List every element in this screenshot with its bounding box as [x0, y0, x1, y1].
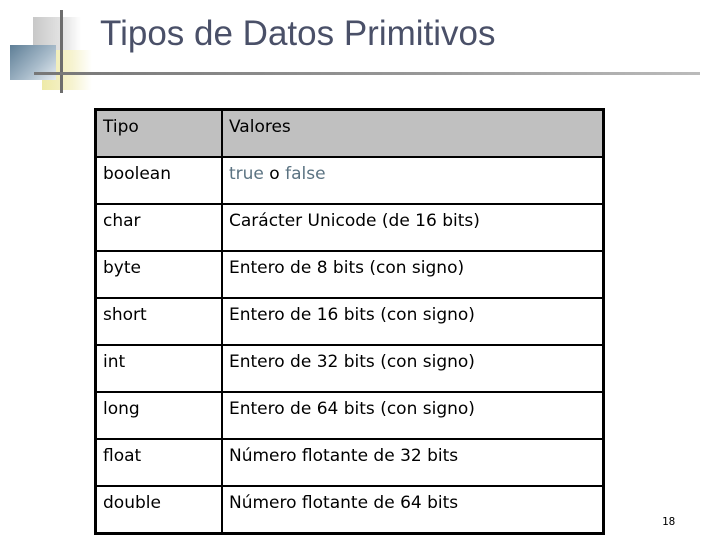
type-cell: long	[94, 391, 223, 440]
value-cell: Entero de 8 bits (con signo)	[221, 250, 605, 299]
false-keyword: false	[285, 164, 326, 184]
value-cell: Entero de 32 bits (con signo)	[221, 344, 605, 393]
value-cell: true o false	[221, 156, 605, 205]
page-number: 18	[662, 515, 676, 528]
value-cell: Número flotante de 32 bits	[221, 438, 605, 487]
value-cell: Entero de 16 bits (con signo)	[221, 297, 605, 346]
true-keyword: true	[229, 164, 264, 184]
header-tipo: Tipo	[94, 108, 223, 158]
table-row: int Entero de 32 bits (con signo)	[94, 344, 605, 393]
table-row: char Carácter Unicode (de 16 bits)	[94, 203, 605, 252]
type-cell: char	[94, 203, 223, 252]
table-row: byte Entero de 8 bits (con signo)	[94, 250, 605, 299]
type-cell: double	[94, 485, 223, 535]
type-cell: float	[94, 438, 223, 487]
type-cell: int	[94, 344, 223, 393]
table-row: short Entero de 16 bits (con signo)	[94, 297, 605, 346]
title-underline	[34, 72, 700, 75]
value-cell: Entero de 64 bits (con signo)	[221, 391, 605, 440]
value-cell: Carácter Unicode (de 16 bits)	[221, 203, 605, 252]
type-cell: boolean	[94, 156, 223, 205]
type-cell: short	[94, 297, 223, 346]
header-valores: Valores	[221, 108, 605, 158]
table-row: double Número flotante de 64 bits	[94, 485, 605, 535]
separator: o	[263, 164, 286, 184]
table-header-row: Tipo Valores	[94, 108, 605, 158]
decorative-vertical-line	[60, 10, 63, 93]
table-row: long Entero de 64 bits (con signo)	[94, 391, 605, 440]
slide-title: Tipos de Datos Primitivos	[100, 14, 496, 53]
table-row: float Número flotante de 32 bits	[94, 438, 605, 487]
primitive-types-table: Tipo Valores boolean true o false char C…	[94, 108, 605, 535]
table-row: boolean true o false	[94, 156, 605, 205]
type-cell: byte	[94, 250, 223, 299]
value-cell: Número flotante de 64 bits	[221, 485, 605, 535]
